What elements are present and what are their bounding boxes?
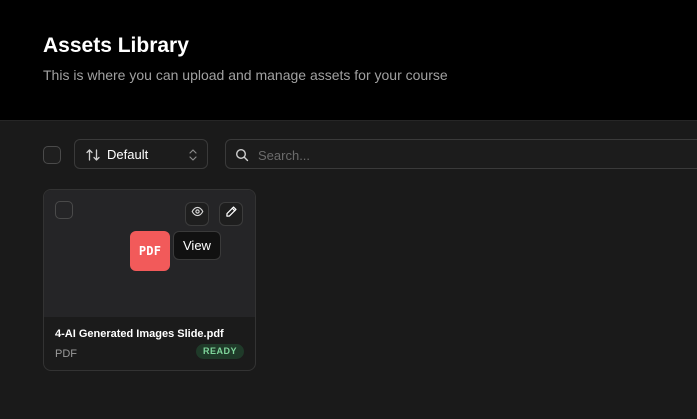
eye-icon xyxy=(191,205,204,223)
pdf-file-icon: PDF xyxy=(130,231,170,271)
search-box[interactable] xyxy=(225,139,697,169)
sort-dropdown-value: Default xyxy=(107,147,149,162)
search-icon xyxy=(235,148,249,167)
asset-select-checkbox[interactable] xyxy=(55,201,73,219)
status-badge: READY xyxy=(196,344,245,359)
page-header: Assets Library This is where you can upl… xyxy=(0,0,697,121)
sort-arrows-icon xyxy=(85,147,101,168)
select-all-checkbox[interactable] xyxy=(43,146,61,164)
view-button[interactable] xyxy=(185,202,209,226)
view-tooltip: View xyxy=(173,231,221,260)
asset-card[interactable]: PDF View 4-AI Generated Images Slide.pdf… xyxy=(43,189,256,371)
search-input[interactable] xyxy=(256,145,660,165)
edit-button[interactable] xyxy=(219,202,243,226)
page-subtitle: This is where you can upload and manage … xyxy=(43,67,448,83)
asset-type: PDF xyxy=(55,348,77,360)
pencil-icon xyxy=(225,205,238,223)
page-title: Assets Library xyxy=(43,34,189,57)
asset-name: 4-AI Generated Images Slide.pdf xyxy=(55,328,224,340)
chevron-up-down-icon xyxy=(188,148,198,167)
sort-dropdown[interactable]: Default xyxy=(74,139,208,169)
